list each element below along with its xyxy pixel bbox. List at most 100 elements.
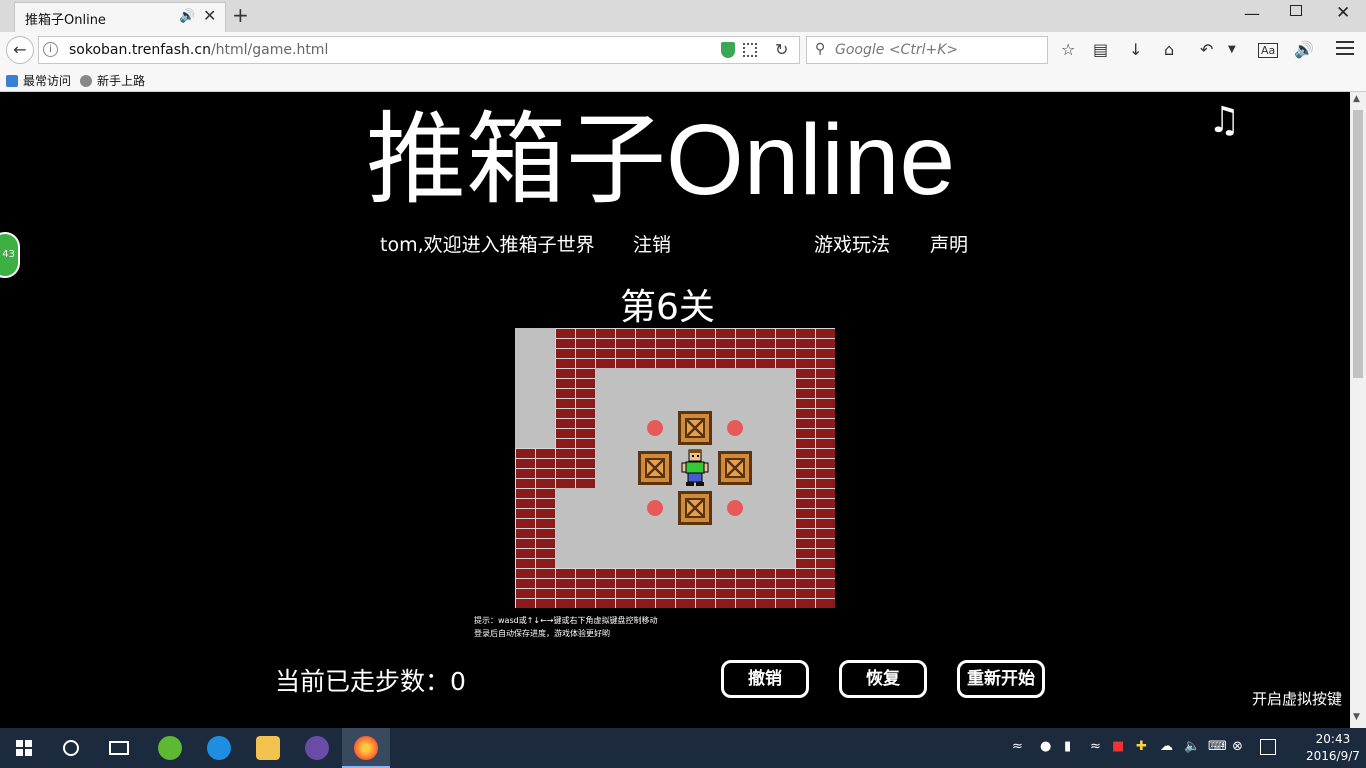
restart-button[interactable]: 重新开始	[957, 660, 1045, 698]
crate-box	[678, 491, 712, 525]
url-text[interactable]: sokoban.trenfash.cn/html/game.html	[69, 42, 328, 58]
shield-icon[interactable]	[721, 42, 735, 58]
side-badge[interactable]: 43	[0, 232, 20, 278]
scroll-down-icon[interactable]: ▼	[1353, 712, 1360, 722]
wall-tile	[675, 328, 715, 368]
floor-tile	[675, 528, 715, 568]
wall-tile	[755, 568, 795, 608]
floor-tile	[635, 528, 675, 568]
volume-icon[interactable]: 🔊	[1294, 40, 1314, 59]
clock-time: 20:43	[1315, 732, 1351, 746]
step-counter: 当前已走步数：0	[275, 667, 466, 696]
redo-button[interactable]: 恢复	[839, 660, 927, 698]
wall-tile	[795, 448, 835, 488]
window-close-icon[interactable]: ✕	[1336, 3, 1350, 23]
clock-date: 2016/9/7	[1306, 749, 1360, 763]
player-character	[681, 449, 709, 487]
wall-tile	[555, 448, 595, 488]
hamburger-menu-icon[interactable]	[1336, 37, 1354, 59]
scroll-up-icon[interactable]: ▲	[1353, 94, 1360, 104]
minimize-icon[interactable]: —	[1244, 4, 1260, 23]
reading-list-icon[interactable]: ▤	[1093, 40, 1108, 59]
page-title: 推箱子Online	[366, 104, 956, 216]
file-explorer-icon[interactable]	[256, 736, 280, 760]
wall-tile	[635, 328, 675, 368]
wall-tile	[515, 448, 555, 488]
floor-tile	[715, 368, 755, 408]
browser-360-icon[interactable]	[158, 736, 182, 760]
new-tab-icon[interactable]: +	[232, 3, 249, 27]
windows-start-icon[interactable]	[16, 740, 32, 756]
security-icon[interactable]: ■	[1112, 739, 1124, 754]
wall-tile	[595, 568, 635, 608]
speaker-icon[interactable]: 🔊	[179, 9, 195, 24]
floor-tile	[675, 368, 715, 408]
how-to-play-link[interactable]: 游戏玩法	[814, 230, 890, 257]
undo-button[interactable]: 撤销	[721, 660, 809, 698]
floor-tile	[755, 528, 795, 568]
reload-icon[interactable]: ↻	[775, 40, 788, 59]
keyboard-icon[interactable]: ⌨	[1208, 739, 1227, 754]
wall-tile	[795, 528, 835, 568]
qq-icon[interactable]: ●	[1040, 739, 1051, 754]
game-board[interactable]	[515, 328, 835, 608]
mute-icon[interactable]: 🔈	[1184, 739, 1200, 754]
bookmark-most-visited[interactable]: 最常访问	[6, 72, 71, 89]
close-circle-icon[interactable]: ⊗	[1232, 739, 1243, 754]
target-dot	[647, 500, 663, 516]
floor-tile	[595, 528, 635, 568]
wall-tile	[515, 528, 555, 568]
battery-icon[interactable]: ▮	[1064, 739, 1071, 754]
floor-tile	[555, 528, 595, 568]
back-button[interactable]: ←	[6, 36, 34, 64]
url-bar[interactable]: i sokoban.trenfash.cn/html/game.html ↻	[38, 36, 800, 64]
wall-tile	[555, 568, 595, 608]
floor-tile	[515, 408, 555, 448]
notification-icon[interactable]	[1260, 739, 1276, 755]
floor-tile	[715, 528, 755, 568]
browser-tab[interactable]: 推箱子Online 🔊 ✕	[14, 2, 226, 32]
game-page: 推箱子Online ♫ 43 tom,欢迎进入推箱子世界 注销 游戏玩法 声明 …	[0, 92, 1350, 728]
task-view-icon[interactable]	[109, 741, 129, 755]
cloud-icon[interactable]: ☁	[1160, 739, 1173, 754]
reader-mode-icon[interactable]: Aa	[1258, 43, 1279, 58]
bookmark-getting-started[interactable]: 新手上路	[80, 72, 145, 89]
undo-history-icon[interactable]: ↶	[1200, 40, 1213, 59]
wifi-icon[interactable]: ≈	[1012, 739, 1023, 754]
floor-tile	[595, 368, 635, 408]
info-icon[interactable]: i	[43, 42, 58, 57]
home-icon[interactable]: ⌂	[1164, 40, 1174, 59]
floor-tile	[755, 448, 795, 488]
wall-tile	[795, 488, 835, 528]
floor-tile	[595, 408, 635, 448]
system-clock[interactable]: 20:43 2016/9/7	[1306, 731, 1360, 765]
crate-box	[678, 411, 712, 445]
taskbar: ≈ ● ▮ ≈ ■ ✚ ☁ 🔈 ⌨ ⊗ 20:43 2016/9/7	[0, 728, 1366, 768]
url-domain: sokoban.trenfash.cn	[69, 42, 211, 58]
music-note-icon[interactable]: ♫	[1208, 100, 1240, 141]
qr-code-icon[interactable]	[743, 43, 757, 57]
network-icon[interactable]: ≈	[1090, 739, 1101, 754]
target-dot	[727, 500, 743, 516]
dropdown-icon[interactable]: ▼	[1228, 44, 1236, 55]
maximize-icon[interactable]	[1290, 5, 1302, 16]
close-tab-icon[interactable]: ✕	[203, 6, 216, 25]
firefox-taskbar-item[interactable]	[342, 728, 390, 768]
hint-line-1: 提示：wasd或↑↓←→键或右下角虚拟键盘控制移动	[474, 616, 658, 625]
bookmark-star-icon[interactable]: ☆	[1061, 40, 1075, 59]
logout-link[interactable]: 注销	[633, 230, 671, 257]
floor-tile	[635, 368, 675, 408]
wall-tile	[795, 568, 835, 608]
floor-tile	[755, 408, 795, 448]
plus-icon[interactable]: ✚	[1136, 739, 1147, 754]
virtual-keys-toggle[interactable]: 开启虚拟按键	[1252, 688, 1342, 709]
search-bar[interactable]: ⚲ Google <Ctrl+K>	[806, 36, 1048, 64]
cortana-icon[interactable]	[63, 740, 79, 756]
folder-icon	[6, 75, 18, 87]
statement-link[interactable]: 声明	[930, 230, 968, 257]
app-icon[interactable]	[305, 736, 329, 760]
download-icon[interactable]: ↓	[1129, 40, 1142, 59]
scroll-thumb[interactable]	[1353, 110, 1363, 378]
edge-icon[interactable]	[207, 736, 231, 760]
page-scrollbar[interactable]: ▲ ▼	[1350, 92, 1366, 728]
